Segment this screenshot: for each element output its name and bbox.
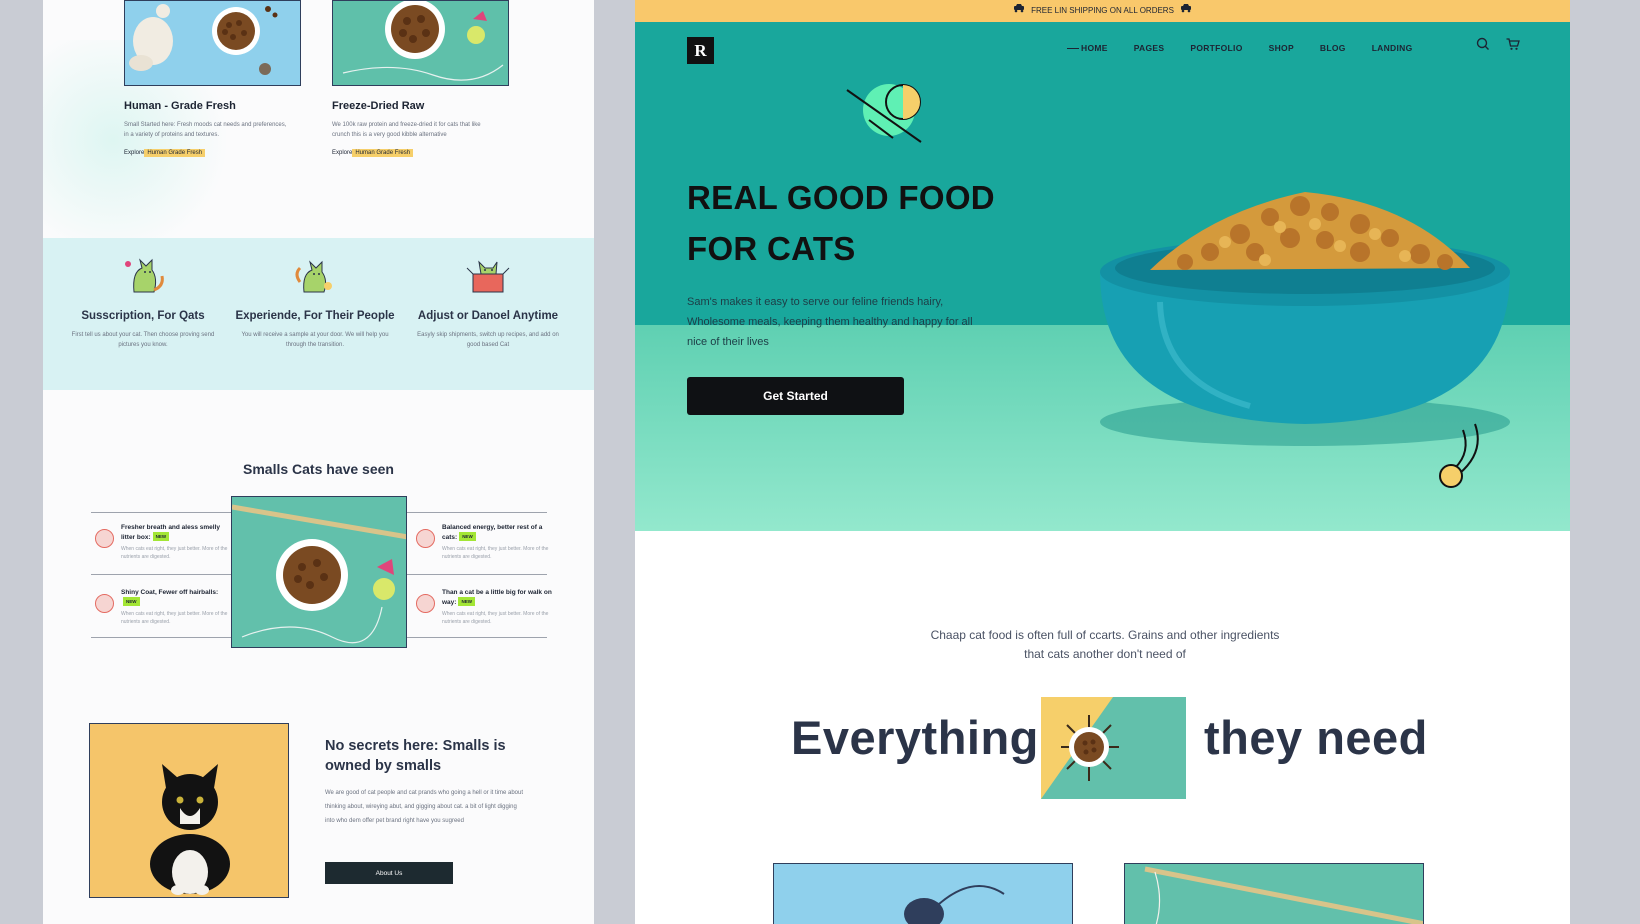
get-started-button[interactable]: Get Started — [687, 377, 904, 415]
benefit-title: Shiny Coat, Fewer off hairballs:NEW — [121, 588, 231, 607]
feature-adjust: Adjust or Danoel Anytime Easyly skip shi… — [403, 252, 573, 350]
everything-they-need-headline: Everything they need — [635, 695, 1570, 799]
benefit-description: When cats eat right, they just better. M… — [121, 546, 228, 560]
feature-title: Experiende, For Their People — [235, 310, 395, 322]
hero-section: R HOME PAGES PORTFOLIO SHOP BLOG LANDING — [635, 22, 1570, 531]
product-title: Human - Grade Fresh — [124, 100, 236, 112]
explore-label: Explore — [332, 150, 353, 156]
nav-pages[interactable]: PAGES — [1134, 43, 1165, 53]
benefit-item: Balanced energy, better rest of a cats: N… — [416, 523, 552, 561]
delivery-truck-icon — [1013, 0, 1025, 22]
feature-title: Adjust or Danoel Anytime — [417, 310, 559, 322]
divider — [91, 512, 231, 513]
benefit-item: Than a cat be a little big for walk on w… — [416, 588, 552, 626]
feature-experience: Experiende, For Their People You will re… — [230, 252, 400, 350]
divider — [407, 574, 547, 575]
right-page-preview: FREE LIN SHIPPING ON ALL ORDERS R HOME P… — [635, 0, 1570, 924]
nav-portfolio[interactable]: PORTFOLIO — [1190, 43, 1242, 53]
energy-icon — [416, 529, 435, 548]
product-card-toy-wand[interactable] — [1124, 863, 1424, 924]
feature-description: Easyly skip shipments, switch up recipes… — [417, 332, 559, 348]
product-description: We 100k raw protein and freeze-dried it … — [332, 122, 481, 138]
site-logo[interactable]: R — [687, 37, 714, 64]
nav-shop[interactable]: SHOP — [1269, 43, 1294, 53]
features-band: Susscription, For Qats First tell us abo… — [43, 238, 594, 390]
hero-title-line: REAL GOOD FOOD — [687, 179, 995, 216]
divider — [91, 574, 231, 575]
product-card-freeze-dried[interactable]: Freeze-Dried Raw We 100k raw protein and… — [332, 0, 509, 157]
hero-title-line: FOR CATS — [687, 230, 856, 267]
benefit-description: When cats eat right, they just better. M… — [121, 611, 228, 625]
shopping-cart-icon[interactable] — [1505, 36, 1521, 52]
product-description: Small Started here: Fresh moods cat need… — [124, 122, 287, 138]
food-bowl-sunburst-image — [1041, 697, 1186, 799]
explore-highlight: Human Grade Fresh — [144, 149, 206, 157]
divider — [91, 637, 231, 638]
left-page-preview: Human - Grade Fresh Small Started here: … — [43, 0, 594, 924]
promo-bar: FREE LIN SHIPPING ON ALL ORDERS — [635, 0, 1570, 22]
tuxedo-cat-photo — [89, 723, 289, 898]
about-description: We are good of cat people and cat prands… — [325, 790, 524, 824]
delivery-truck-icon — [1180, 0, 1192, 22]
benefit-title: Than a cat be a little big for walk on w… — [442, 588, 552, 607]
nav-landing[interactable]: LANDING — [1372, 43, 1413, 53]
benefit-title-text: Fresher breath and aless smelly litter b… — [121, 524, 220, 541]
benefit-title-text: Balanced energy, better rest of a cats: — [442, 524, 543, 541]
product-card-toy-mouse[interactable] — [773, 863, 1073, 924]
hero-description: Sam's makes it easy to serve our feline … — [687, 296, 973, 348]
benefit-title: Balanced energy, better rest of a cats: N… — [442, 523, 552, 542]
promo-text: FREE LIN SHIPPING ON ALL ORDERS — [1031, 6, 1174, 16]
about-us-button[interactable]: About Us — [325, 862, 453, 884]
cat-in-box-icon — [465, 252, 511, 298]
benefit-tag: NEW — [459, 532, 476, 541]
product-title: Freeze-Dried Raw — [332, 100, 425, 112]
smalls-section-title: Smalls Cats have seen — [243, 461, 394, 477]
weight-icon — [416, 594, 435, 613]
divider — [407, 512, 547, 513]
benefit-title: Fresher breath and aless smelly litter b… — [121, 523, 231, 542]
search-icon[interactable] — [1475, 36, 1491, 52]
benefit-tag: NEW — [458, 597, 475, 606]
benefit-tag: NEW — [123, 597, 140, 606]
feature-description: You will receive a sample at your door. … — [241, 332, 389, 348]
decorative-orbit-graphic — [845, 80, 935, 150]
product-image-fresh — [124, 0, 301, 86]
benefit-description: When cats eat right, they just better. M… — [442, 546, 549, 560]
intro-text: Chaap cat food is often full of ccarts. … — [930, 628, 1280, 661]
cat-with-bird-icon — [120, 252, 166, 298]
main-navigation: HOME PAGES PORTFOLIO SHOP BLOG LANDING — [1067, 38, 1439, 58]
product-explore-link[interactable]: Explore Human Grade Fresh — [332, 149, 509, 157]
benefit-description: When cats eat right, they just better. M… — [442, 611, 549, 625]
headline-right: they need — [1204, 711, 1428, 764]
benefit-item: Shiny Coat, Fewer off hairballs:NEW When… — [95, 588, 231, 626]
product-explore-link[interactable]: Explore Human Grade Fresh — [124, 149, 301, 157]
nav-blog[interactable]: BLOG — [1320, 43, 1346, 53]
product-image-freeze-dried — [332, 0, 509, 86]
about-title: No secrets here: Smalls is owned by smal… — [325, 738, 506, 774]
benefit-title-text: Shiny Coat, Fewer off hairballs: — [121, 589, 219, 596]
benefit-tag: NEW — [152, 532, 170, 541]
coat-icon — [95, 594, 114, 613]
explore-highlight: Human Grade Fresh — [352, 149, 414, 157]
nav-home[interactable]: HOME — [1067, 43, 1108, 53]
cat-playing-icon — [292, 252, 338, 298]
feature-description: First tell us about your cat. Then choos… — [71, 332, 215, 348]
benefit-item: Fresher breath and aless smelly litter b… — [95, 523, 231, 561]
breath-icon — [95, 529, 114, 548]
divider — [407, 637, 547, 638]
feature-title: Susscription, For Qats — [81, 310, 205, 322]
product-card-human-grade[interactable]: Human - Grade Fresh Small Started here: … — [124, 0, 301, 157]
explore-label: Explore — [124, 150, 145, 156]
decorative-ball-graphic — [1435, 422, 1485, 492]
hero-title: REAL GOOD FOOD FOR CATS — [687, 172, 1007, 274]
cat-food-bowl-image — [231, 496, 407, 648]
feature-subscription: Susscription, For Qats First tell us abo… — [58, 252, 228, 350]
headline-left: Everything — [791, 711, 1039, 764]
